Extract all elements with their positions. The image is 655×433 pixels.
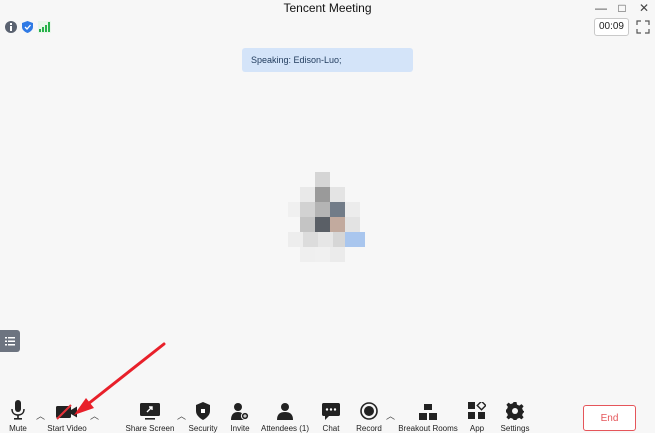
maximize-button[interactable]: □ — [617, 0, 627, 16]
fullscreen-icon[interactable] — [636, 20, 650, 34]
apps-icon — [468, 400, 486, 420]
share-screen-icon — [140, 400, 160, 420]
meeting-info-icon[interactable] — [5, 21, 17, 33]
start-video-button[interactable]: Start Video — [44, 400, 90, 433]
chat-icon — [322, 400, 340, 420]
record-label: Record — [356, 424, 382, 433]
minimize-button[interactable]: — — [595, 0, 607, 16]
record-icon — [360, 400, 378, 420]
record-button[interactable]: Record — [354, 400, 384, 433]
speaking-indicator: Speaking: Edison-Luo; — [242, 48, 413, 72]
meeting-timer: 00:09 — [593, 18, 629, 36]
share-options-chevron-icon[interactable]: ︿ — [177, 409, 186, 422]
end-meeting-button[interactable]: End — [583, 405, 636, 431]
share-screen-button[interactable]: Share Screen — [125, 400, 175, 433]
chat-button[interactable]: Chat — [319, 400, 343, 433]
invite-button[interactable]: Invite — [228, 400, 252, 433]
meeting-info-bar: 00:09 — [0, 18, 655, 38]
share-screen-label: Share Screen — [125, 424, 175, 433]
attendees-label: Attendees (1) — [260, 424, 310, 433]
gear-icon — [506, 400, 524, 420]
app-label: App — [469, 424, 485, 433]
invite-label: Invite — [230, 424, 250, 433]
title-bar: Tencent Meeting — □ ✕ — [0, 0, 655, 16]
shield-icon[interactable] — [22, 21, 33, 33]
close-button[interactable]: ✕ — [639, 0, 649, 16]
attendees-button[interactable]: Attendees (1) — [258, 400, 312, 433]
video-off-icon — [56, 400, 78, 420]
add-user-icon — [231, 400, 249, 420]
video-options-chevron-icon[interactable]: ︿ — [90, 409, 99, 422]
settings-button[interactable]: Settings — [498, 400, 532, 433]
mute-button[interactable]: Mute — [4, 400, 32, 433]
meeting-toolbar: Mute ︿ Start Video ︿ Share Screen ︿ Secu… — [0, 396, 655, 433]
member-list-toggle[interactable] — [0, 330, 20, 352]
breakout-rooms-icon — [419, 400, 437, 420]
window-title: Tencent Meeting — [283, 1, 372, 15]
record-options-chevron-icon[interactable]: ︿ — [386, 409, 395, 422]
start-video-label: Start Video — [47, 424, 87, 433]
list-icon — [5, 337, 15, 346]
security-button[interactable]: Security — [187, 400, 219, 433]
signal-icon[interactable] — [38, 21, 51, 33]
breakout-rooms-button[interactable]: Breakout Rooms — [397, 400, 459, 433]
breakout-rooms-label: Breakout Rooms — [398, 424, 458, 433]
security-label: Security — [188, 424, 218, 433]
attendees-icon — [277, 400, 293, 420]
settings-label: Settings — [500, 424, 530, 433]
chat-label: Chat — [322, 424, 340, 433]
window-controls: — □ ✕ — [595, 0, 649, 16]
microphone-icon — [11, 400, 25, 420]
app-button[interactable]: App — [466, 400, 488, 433]
security-shield-icon — [196, 400, 210, 420]
mute-label: Mute — [9, 424, 27, 433]
